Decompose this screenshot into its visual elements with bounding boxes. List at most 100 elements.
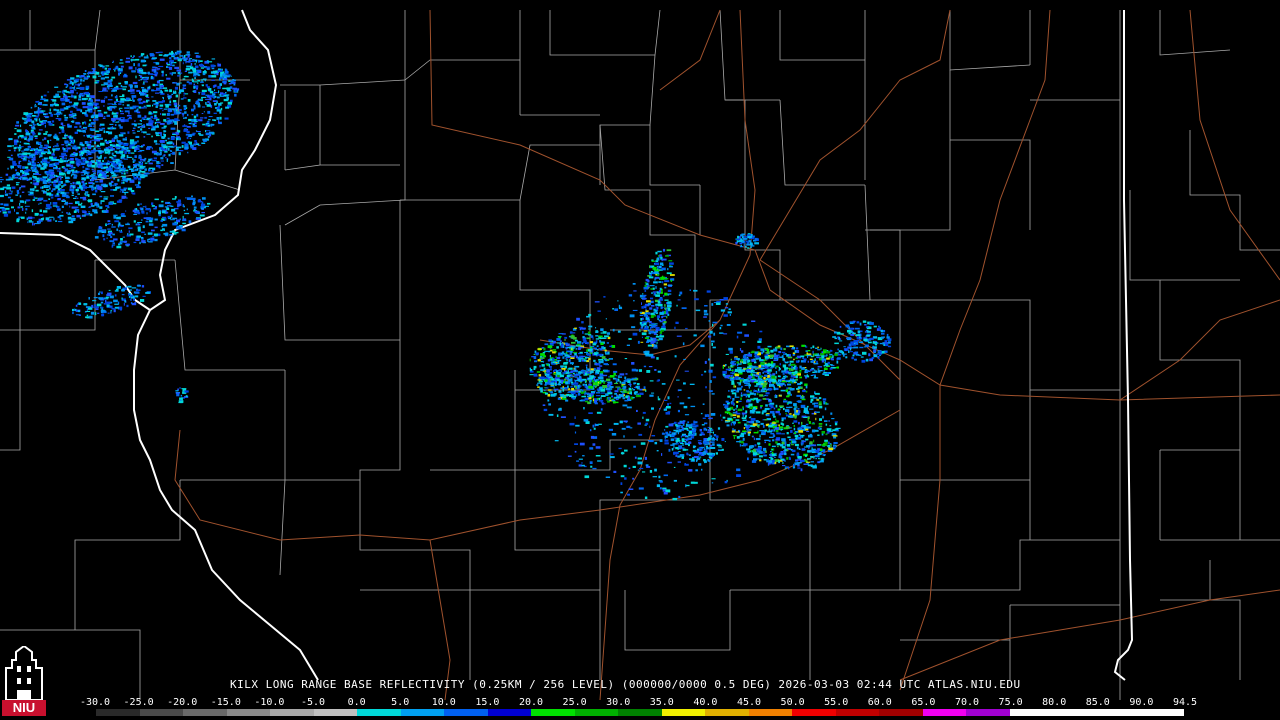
echo-pixel bbox=[197, 144, 201, 146]
echo-pixel bbox=[83, 92, 86, 95]
echo-pixel bbox=[731, 375, 734, 377]
echo-pixel bbox=[86, 314, 89, 317]
echo-pixel bbox=[813, 404, 819, 408]
echo-pixel bbox=[82, 166, 85, 169]
echo-pixel bbox=[678, 495, 681, 498]
echo-pixel bbox=[149, 209, 151, 212]
echo-pixel bbox=[747, 371, 752, 373]
echo-pixel bbox=[805, 438, 809, 441]
echo-pixel bbox=[98, 150, 102, 153]
echo-pixel bbox=[596, 392, 600, 394]
echo-pixel bbox=[55, 185, 60, 188]
echo-pixel bbox=[90, 311, 95, 315]
echo-pixel bbox=[47, 91, 50, 93]
echo-pixel bbox=[740, 394, 743, 397]
echo-pixel bbox=[166, 66, 168, 68]
echo-pixel bbox=[144, 233, 147, 235]
echo-pixel bbox=[55, 166, 58, 168]
echo-pixel bbox=[36, 141, 39, 145]
echo-pixel bbox=[32, 133, 36, 135]
echo-pixel bbox=[659, 408, 661, 410]
echo-pixel bbox=[606, 378, 611, 381]
echo-pixel bbox=[579, 442, 585, 446]
echo-pixel bbox=[157, 233, 161, 237]
echo-pixel bbox=[708, 369, 713, 373]
echo-pixel bbox=[595, 335, 599, 337]
echo-pixel bbox=[79, 141, 83, 144]
echo-pixel bbox=[138, 229, 141, 232]
echo-pixel bbox=[114, 306, 119, 309]
echo-pixel bbox=[162, 110, 164, 112]
echo-pixel bbox=[781, 419, 784, 422]
echo-pixel bbox=[78, 95, 82, 98]
echo-pixel bbox=[42, 162, 47, 166]
echo-pixel bbox=[153, 140, 158, 143]
echo-pixel bbox=[749, 445, 755, 448]
echo-pixel bbox=[142, 206, 145, 208]
echo-pixel bbox=[36, 123, 39, 126]
echo-pixel bbox=[25, 156, 27, 159]
echo-pixel bbox=[59, 178, 62, 180]
echo-pixel bbox=[771, 451, 774, 454]
echo-pixel bbox=[7, 167, 9, 170]
radar-map bbox=[0, 0, 1280, 720]
echo-pixel bbox=[798, 426, 804, 429]
echo-pixel bbox=[803, 360, 806, 363]
echo-pixel bbox=[164, 103, 170, 106]
echo-pixel bbox=[588, 383, 592, 386]
echo-pixel bbox=[613, 470, 617, 473]
echo-pixel bbox=[210, 64, 215, 68]
echo-pixel bbox=[578, 346, 584, 349]
echo-pixel bbox=[144, 115, 147, 119]
echo-pixel bbox=[578, 464, 582, 467]
echo-pixel bbox=[777, 354, 780, 357]
echo-pixel bbox=[205, 130, 211, 132]
echo-pixel bbox=[747, 425, 750, 428]
echo-pixel bbox=[182, 78, 186, 80]
echo-pixel bbox=[758, 372, 761, 376]
echo-pixel bbox=[111, 138, 114, 140]
echo-pixel bbox=[124, 192, 126, 196]
echo-pixel bbox=[799, 376, 802, 379]
echo-pixel bbox=[127, 285, 132, 288]
echo-pixel bbox=[805, 390, 808, 393]
echo-pixel bbox=[145, 205, 147, 209]
echo-pixel bbox=[737, 421, 741, 424]
echo-pixel bbox=[104, 96, 107, 98]
echo-pixel bbox=[94, 81, 98, 84]
echo-pixel bbox=[133, 176, 137, 180]
echo-pixel bbox=[741, 385, 743, 388]
echo-pixel bbox=[61, 211, 64, 213]
echo-pixel bbox=[824, 420, 828, 422]
echo-pixel bbox=[812, 422, 815, 424]
echo-pixel bbox=[178, 104, 181, 107]
echo-pixel bbox=[3, 213, 9, 217]
echo-pixel bbox=[76, 214, 81, 218]
echo-pixel bbox=[82, 112, 87, 115]
echo-pixel bbox=[119, 160, 122, 162]
echo-pixel bbox=[174, 145, 178, 147]
echo-pixel bbox=[677, 461, 681, 463]
echo-pixel bbox=[74, 154, 76, 157]
echo-pixel bbox=[34, 185, 37, 189]
echo-pixel bbox=[25, 208, 28, 211]
echo-pixel bbox=[168, 67, 173, 70]
echo-pixel bbox=[38, 221, 40, 223]
echo-pixel bbox=[708, 417, 713, 420]
echo-pixel bbox=[40, 145, 43, 147]
echo-pixel bbox=[137, 151, 142, 153]
echo-pixel bbox=[809, 433, 812, 436]
echo-pixel bbox=[780, 422, 783, 425]
echo-pixel bbox=[776, 432, 782, 435]
echo-pixel bbox=[136, 145, 140, 148]
echo-pixel bbox=[784, 460, 786, 462]
echo-pixel bbox=[141, 211, 145, 214]
echo-pixel bbox=[570, 370, 576, 372]
echo-pixel bbox=[819, 405, 823, 409]
echo-pixel bbox=[549, 368, 552, 371]
echo-pixel bbox=[106, 234, 111, 236]
echo-pixel bbox=[65, 144, 68, 146]
echo-pixel bbox=[118, 107, 123, 109]
echo-pixel bbox=[659, 439, 663, 442]
echo-pixel bbox=[553, 388, 559, 391]
